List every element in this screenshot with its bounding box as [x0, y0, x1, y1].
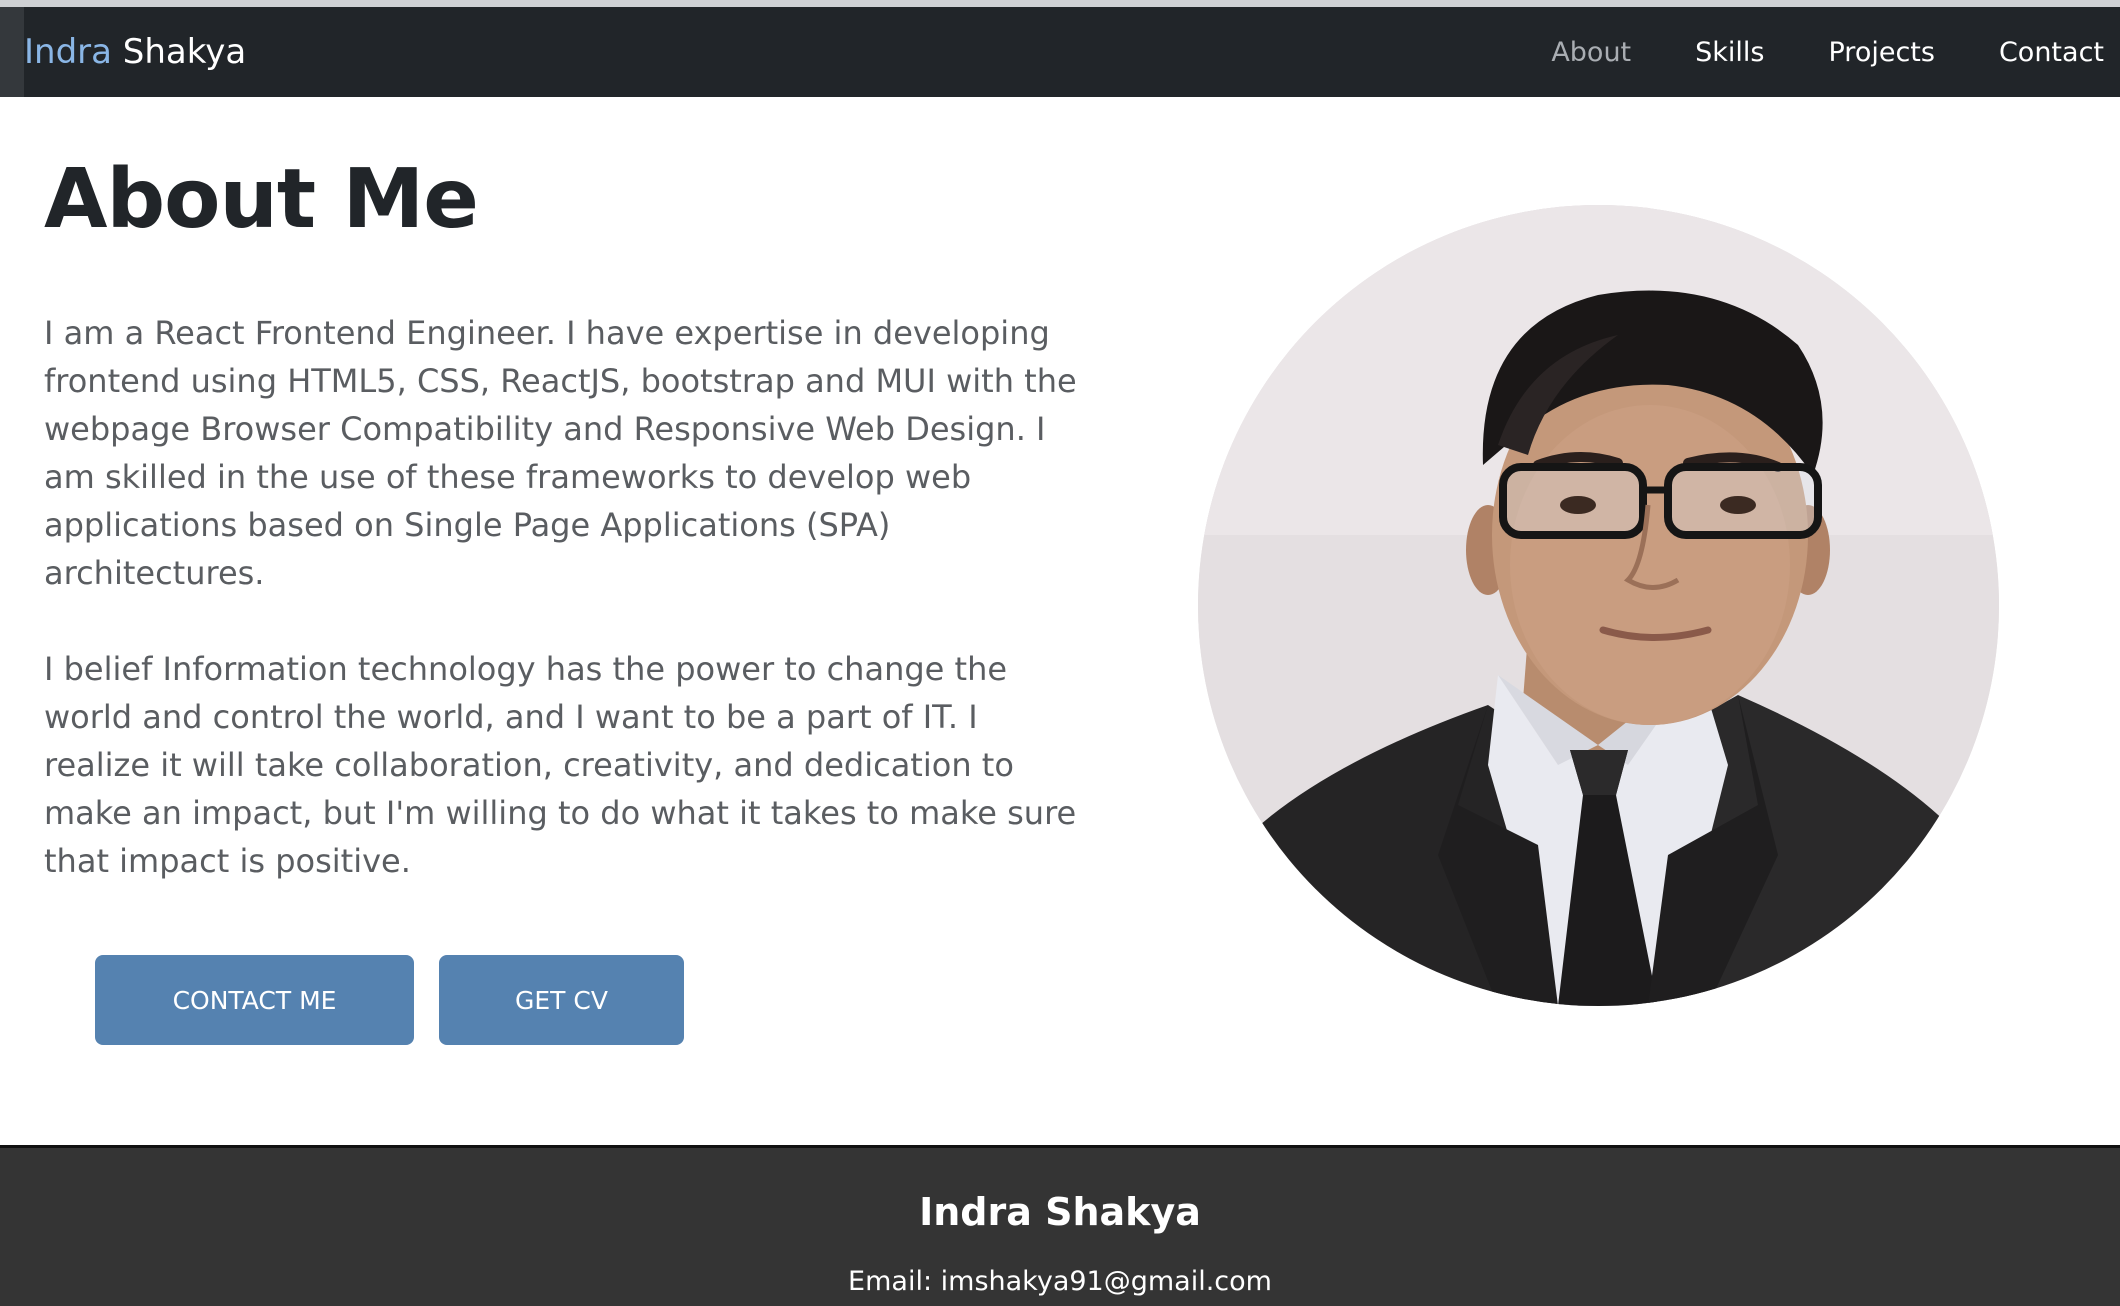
nav-link-contact[interactable]: Contact [1999, 37, 2104, 68]
nav-link-about[interactable]: About [1551, 37, 1631, 68]
nav-link-projects[interactable]: Projects [1829, 37, 1935, 68]
brand-first-name: Indra [24, 32, 112, 72]
brand-last-name: Shakya [122, 32, 247, 72]
page-title: About Me [44, 152, 479, 247]
footer-email[interactable]: Email: imshakya91@gmail.com [0, 1266, 2120, 1297]
footer-name: Indra Shakya [919, 1190, 1201, 1234]
navbar: Indra Shakya About Skills Projects Conta… [0, 7, 2120, 97]
nav-link-skills[interactable]: Skills [1695, 37, 1764, 68]
profile-photo-illustration [1198, 205, 1999, 1006]
browser-top-edge [0, 0, 2120, 7]
contact-me-button[interactable]: CONTACT ME [95, 955, 414, 1045]
brand-logo[interactable]: Indra Shakya [24, 7, 246, 97]
about-paragraph-1: I am a React Frontend Engineer. I have e… [44, 314, 1077, 592]
footer: Indra Shakya Email: imshakya91@gmail.com [0, 1148, 2120, 1306]
about-paragraph-2: I belief Information technology has the … [44, 650, 1077, 880]
get-cv-button[interactable]: GET CV [439, 955, 684, 1045]
navbar-edge [0, 7, 24, 97]
nav-links: About Skills Projects Contact [1487, 7, 2104, 97]
profile-photo [1198, 205, 1999, 1006]
